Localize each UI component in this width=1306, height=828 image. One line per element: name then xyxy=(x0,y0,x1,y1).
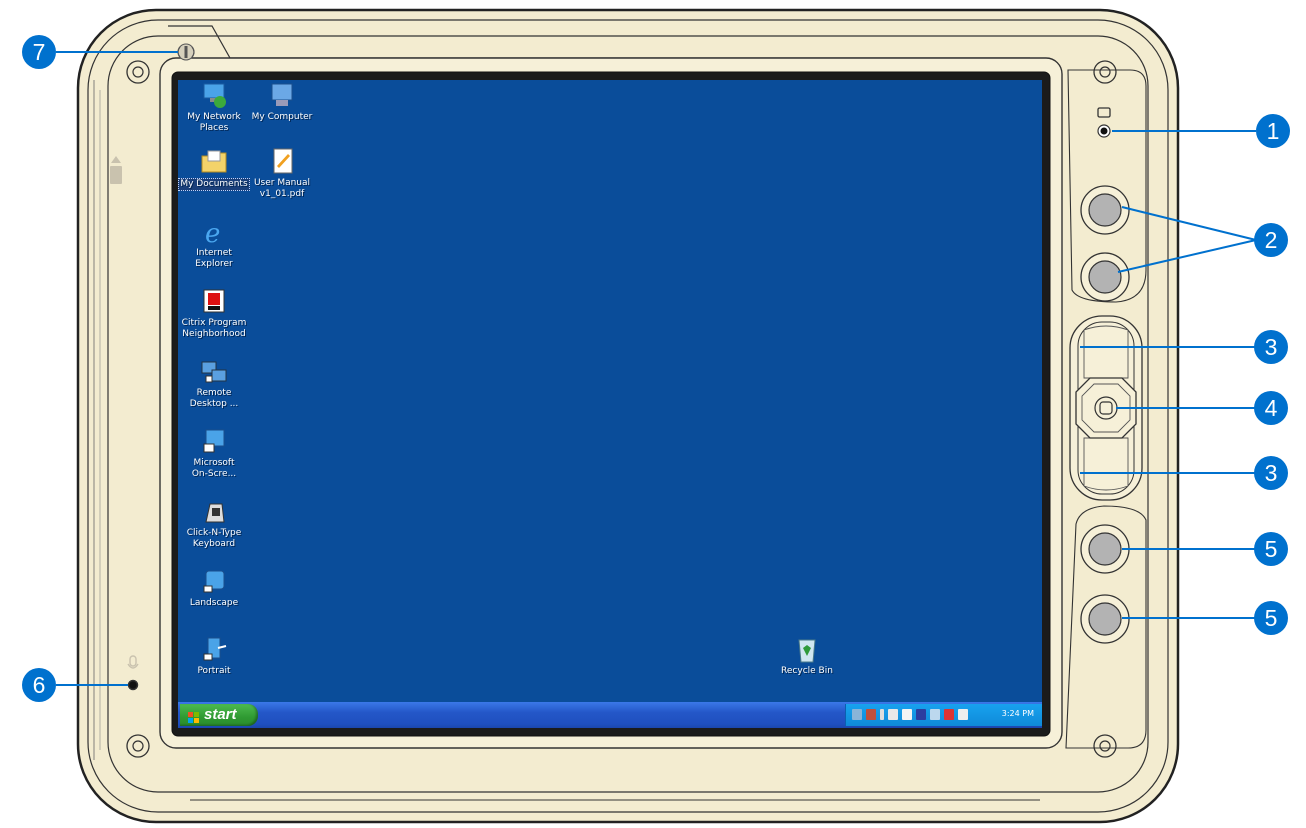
taskbar-clock: 3:24 PM xyxy=(1001,709,1034,718)
callout-3: 3 xyxy=(1254,330,1288,364)
tray-icon[interactable] xyxy=(944,709,954,720)
desktop-screen: My Network Places My Computer My Documen… xyxy=(178,80,1042,728)
wireless-indicator xyxy=(177,43,195,61)
callout-4: 4 xyxy=(1254,391,1288,425)
callout-2: 2 xyxy=(1254,223,1288,257)
citrix-icon xyxy=(198,288,230,316)
start-label: start xyxy=(204,706,237,723)
tray-icon[interactable] xyxy=(930,709,940,720)
desktop-icon[interactable]: User Manual v1_01.pdf xyxy=(242,148,322,200)
network-tray-icon[interactable] xyxy=(852,709,862,720)
callout-7: 7 xyxy=(22,35,56,69)
upper-button-2[interactable] xyxy=(1080,252,1130,302)
tray-icon[interactable] xyxy=(916,709,926,720)
callout-5: 5 xyxy=(1254,601,1288,635)
callout-1: 1 xyxy=(1256,114,1290,148)
start-button[interactable]: start xyxy=(180,704,258,726)
desktop-icon[interactable]: Citrix Program Neighborhood xyxy=(178,288,254,340)
pdf-document-icon xyxy=(266,148,298,176)
network-places-icon xyxy=(198,82,230,110)
landscape-icon xyxy=(198,568,230,596)
callout-3: 3 xyxy=(1254,456,1288,490)
computer-icon xyxy=(266,82,298,110)
desktop-icon[interactable]: Microsoft On-Scre... xyxy=(178,428,254,480)
scroll-down-button[interactable] xyxy=(1083,437,1129,491)
scroll-up-button[interactable] xyxy=(1083,325,1129,379)
microphone xyxy=(127,679,139,691)
portrait-icon xyxy=(198,636,230,664)
callout-6: 6 xyxy=(22,668,56,702)
recycle-bin-icon xyxy=(791,636,823,664)
desktop-icons: My Network Places My Computer My Documen… xyxy=(178,80,1042,700)
tray-icon[interactable] xyxy=(958,709,968,720)
volume-tray-icon[interactable] xyxy=(866,709,876,720)
windows-logo-icon xyxy=(188,709,200,723)
tray-icon[interactable] xyxy=(902,709,912,720)
taskbar: start 3:24 PM xyxy=(178,702,1042,728)
desktop-icon[interactable]: My Computer xyxy=(242,82,322,123)
on-screen-keyboard-icon xyxy=(198,428,230,456)
desktop-icon[interactable]: Recycle Bin xyxy=(767,636,847,677)
callout-5: 5 xyxy=(1254,532,1288,566)
tray-icons xyxy=(852,709,968,721)
tray-icon[interactable] xyxy=(880,709,884,720)
desktop-icon[interactable]: Portrait xyxy=(178,636,254,677)
desktop-icon[interactable]: Click-N-Type Keyboard xyxy=(178,498,254,550)
upper-button-1[interactable] xyxy=(1080,185,1130,235)
keyboard-icon xyxy=(198,498,230,526)
remote-desktop-icon xyxy=(198,358,230,386)
desktop-icon[interactable]: Landscape xyxy=(178,568,254,609)
desktop-icon[interactable]: e Internet Explorer xyxy=(178,218,254,270)
svg-text:e: e xyxy=(205,219,220,246)
lower-button-2[interactable] xyxy=(1080,594,1130,644)
desktop-icon[interactable]: Remote Desktop ... xyxy=(178,358,254,410)
system-tray: 3:24 PM xyxy=(845,704,1042,726)
documents-folder-icon xyxy=(198,148,230,176)
lower-button-1[interactable] xyxy=(1080,524,1130,574)
internet-explorer-icon: e xyxy=(198,218,230,249)
tray-icon[interactable] xyxy=(888,709,898,720)
